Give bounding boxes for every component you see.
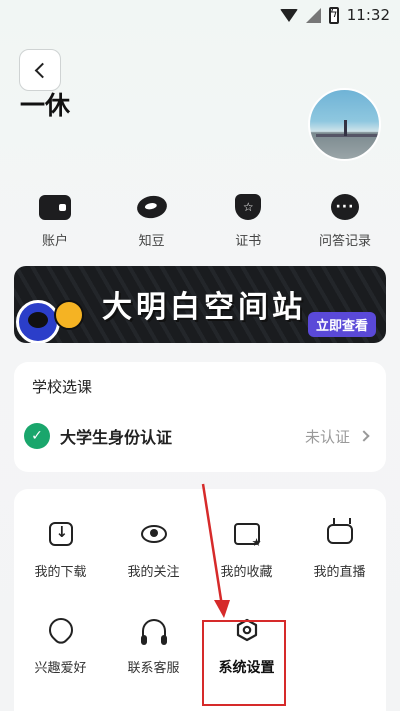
download-icon	[48, 522, 73, 546]
mascot-icon	[16, 300, 60, 343]
no-signal-icon	[305, 7, 321, 23]
features-grid: 我的下载 我的关注 我的收藏 我的直播 兴趣爱好 联系客服	[14, 521, 386, 679]
quick-link-label: 证书	[235, 234, 262, 249]
grid-item-following[interactable]: 我的关注	[107, 521, 200, 583]
grid-item-label: 联系客服	[127, 661, 180, 676]
wifi-icon	[279, 8, 298, 22]
verify-label: 大学生身份认证	[60, 428, 173, 447]
quick-link-label: 知豆	[138, 234, 165, 249]
back-button[interactable]	[19, 49, 61, 91]
shield-check-icon: ✓	[24, 423, 50, 449]
grid-item-label: 系统设置	[218, 660, 275, 676]
section-title: 学校选课	[32, 378, 93, 396]
grid-item-downloads[interactable]: 我的下载	[14, 521, 107, 583]
bean-icon	[134, 193, 169, 221]
quick-link-label: 账户	[41, 234, 68, 249]
wallet-icon	[39, 194, 71, 220]
avatar-post	[344, 120, 347, 136]
banner-cta-button[interactable]: 立即查看	[307, 312, 376, 337]
grid-item-label: 兴趣爱好	[34, 661, 87, 676]
avatar[interactable]	[308, 88, 381, 161]
grid-item-interests[interactable]: 兴趣爱好	[14, 613, 107, 679]
grid-item-settings[interactable]: 系统设置	[200, 617, 293, 679]
grid-item-customer-service[interactable]: 联系客服	[107, 617, 200, 679]
quick-link-qa-records[interactable]: ··· 问答记录	[310, 192, 380, 249]
grid-item-label: 我的下载	[34, 565, 87, 580]
grid-item-favorites[interactable]: 我的收藏	[200, 521, 293, 583]
badge-icon	[54, 300, 84, 330]
grid-item-live[interactable]: 我的直播	[293, 521, 386, 583]
quick-links: 账户 知豆 ☆ 证书 ··· 问答记录	[0, 192, 400, 249]
quick-link-beans[interactable]: 知豆	[117, 192, 187, 249]
quick-link-account[interactable]: 账户	[20, 192, 90, 249]
quick-link-certificate[interactable]: ☆ 证书	[213, 192, 283, 249]
banner-title: 大明白空间站	[102, 290, 306, 325]
features-card: 我的下载 我的关注 我的收藏 我的直播 兴趣爱好 联系客服	[14, 489, 386, 711]
verify-status: 未认证	[304, 427, 350, 446]
status-time: 11:32	[346, 6, 390, 24]
status-bar: 11:32	[0, 0, 400, 30]
chevron-left-icon	[34, 62, 50, 78]
avatar-railing	[316, 134, 378, 137]
battery-charging-icon	[328, 6, 339, 24]
quick-link-label: 问答记录	[318, 234, 371, 249]
chevron-right-icon	[358, 430, 370, 442]
username: 一休	[20, 91, 71, 120]
grid-item-label: 我的关注	[127, 565, 180, 580]
headset-icon	[140, 619, 167, 645]
heart-pin-icon	[43, 613, 78, 647]
promo-banner[interactable]: 大明白空间站 立即查看	[14, 266, 386, 343]
folder-star-icon	[233, 523, 262, 549]
student-verify-row[interactable]: ✓ 大学生身份认证 未认证	[20, 418, 380, 454]
grid-item-label: 我的收藏	[220, 565, 273, 580]
grid-item-label: 我的直播	[313, 565, 366, 580]
tv-icon	[326, 524, 353, 544]
settings-hex-icon	[236, 618, 257, 642]
eye-icon	[140, 525, 167, 543]
chat-bubble-icon: ···	[330, 194, 359, 220]
school-card: 学校选课 ✓ 大学生身份认证 未认证	[14, 362, 386, 472]
certificate-icon: ☆	[235, 194, 262, 220]
